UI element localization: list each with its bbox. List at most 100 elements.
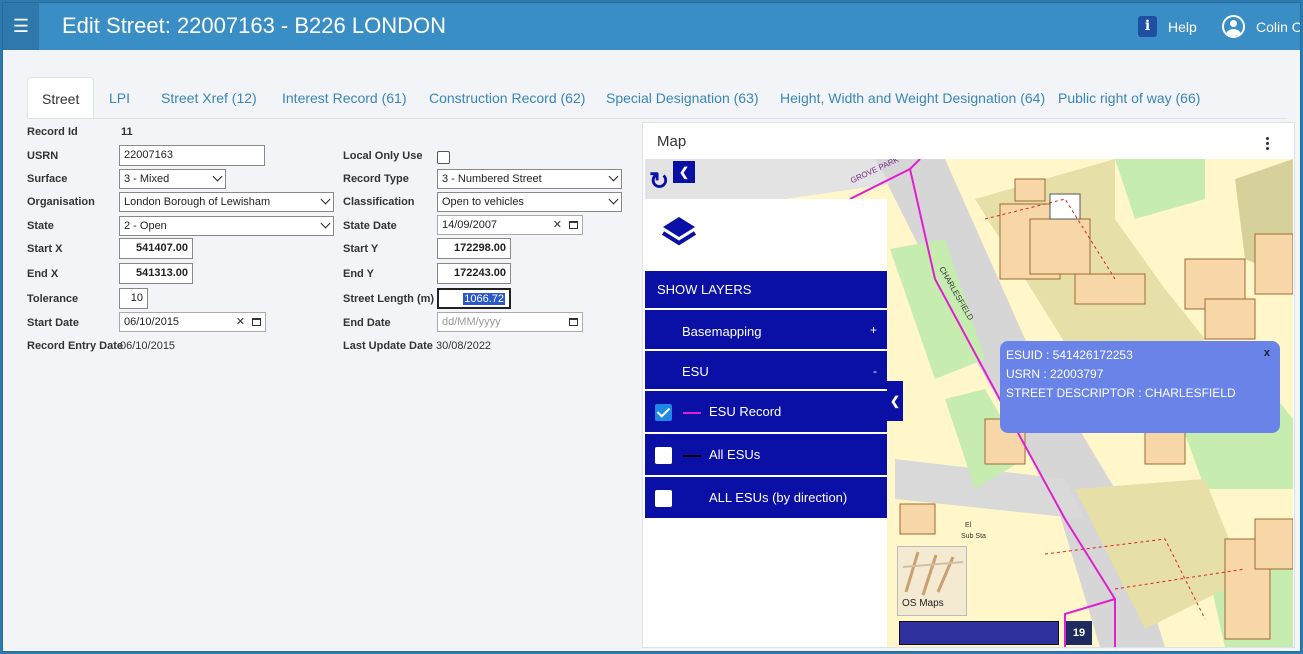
start-x-input[interactable]: 541407.00 <box>119 238 193 259</box>
map-canvas[interactable]: GROVE PARK CHARLESFIELD El Sub Sta ESUID… <box>645 159 1293 647</box>
user-name[interactable]: Colin Or <box>1256 19 1300 35</box>
classification-select[interactable]: Open to vehicles <box>437 192 622 212</box>
surface-value: 3 - Mixed <box>124 173 170 185</box>
basemap-label: OS Maps <box>902 598 944 609</box>
calendar-icon[interactable] <box>252 318 261 326</box>
scale-bar <box>899 621 1059 645</box>
layer-item-label: ESU Record <box>709 404 782 419</box>
help-link[interactable]: Help <box>1168 19 1197 35</box>
end-date-input[interactable]: dd/MM/yyyy <box>437 312 583 332</box>
layer-item-label: ALL ESUs (by direction) <box>709 490 848 505</box>
layers-icon[interactable] <box>659 213 699 253</box>
tab-special-designation[interactable]: Special Designation (63) <box>592 77 773 119</box>
tolerance-label: Tolerance <box>27 293 79 305</box>
tab-height-width-weight[interactable]: Height, Width and Weight Designation (64… <box>766 77 1059 119</box>
state-date-label: State Date <box>343 220 397 232</box>
tolerance-input[interactable]: 10 <box>119 288 148 309</box>
tab-interest-record[interactable]: Interest Record (61) <box>268 77 421 119</box>
layers-panel: SHOW LAYERS Basemapping + ESU - ESU Reco… <box>645 199 887 647</box>
clear-icon[interactable]: ✕ <box>236 313 245 331</box>
organisation-value: London Borough of Lewisham <box>124 196 271 208</box>
refresh-icon[interactable]: ↻ <box>649 167 669 196</box>
record-type-select[interactable]: 3 - Numbered Street <box>437 169 622 189</box>
calendar-icon[interactable] <box>569 221 578 229</box>
state-date-input[interactable]: 14/09/2007 ✕ <box>437 215 583 235</box>
layer-item-esu-record[interactable]: ESU Record <box>645 391 887 432</box>
user-avatar-icon[interactable] <box>1222 15 1245 38</box>
classification-label: Classification <box>343 196 415 208</box>
popup-usrn: USRN : 22003797 <box>1006 367 1104 381</box>
end-y-input[interactable]: 172243.00 <box>437 263 511 284</box>
panel-collapse-icon[interactable]: ❮ <box>887 381 903 421</box>
last-update-date-label: Last Update Date <box>343 340 433 352</box>
menu-icon[interactable]: ☰ <box>3 3 39 50</box>
start-x-label: Start X <box>27 243 63 255</box>
layer-item-label: All ESUs <box>709 447 761 462</box>
layer-group-basemapping[interactable]: Basemapping + <box>645 310 887 349</box>
layer-group-esu[interactable]: ESU - <box>645 351 887 389</box>
layer-checkbox-all-esus-direction[interactable] <box>655 490 672 507</box>
classification-value: Open to vehicles <box>442 196 524 208</box>
tab-street[interactable]: Street <box>27 77 95 119</box>
show-layers-button[interactable]: SHOW LAYERS <box>645 271 887 308</box>
map-title: Map <box>657 133 687 150</box>
layer-item-all-esus[interactable]: All ESUs <box>645 434 887 475</box>
start-y-input[interactable]: 172298.00 <box>437 238 511 259</box>
start-date-value: 06/10/2015 <box>124 316 180 328</box>
local-only-use-checkbox[interactable] <box>437 151 450 164</box>
street-length-label: Street Length (m) <box>343 293 435 305</box>
record-type-label: Record Type <box>343 173 409 185</box>
chevron-left-icon[interactable]: ❮ <box>673 161 695 183</box>
popup-esuid: ESUID : 541426172253 <box>1006 348 1133 362</box>
record-id-label: Record Id <box>27 126 78 138</box>
tab-public-right-of-way[interactable]: Public right of way (66) <box>1044 77 1214 119</box>
record-type-value: 3 - Numbered Street <box>442 173 542 185</box>
basemap-thumb-image <box>898 547 966 597</box>
state-value: 2 - Open <box>124 220 167 232</box>
surface-label: Surface <box>27 173 68 185</box>
info-icon[interactable]: i <box>1138 16 1157 37</box>
tab-divider <box>27 118 1287 119</box>
state-select[interactable]: 2 - Open <box>119 216 334 236</box>
usrn-label: USRN <box>27 150 59 162</box>
zoom-level-badge: 19 <box>1066 621 1092 645</box>
layer-checkbox-all-esus[interactable] <box>655 447 672 464</box>
usrn-input[interactable]: 22007163 <box>119 145 265 166</box>
basemap-thumbnail[interactable]: OS Maps <box>897 546 967 616</box>
end-x-input[interactable]: 541313.00 <box>119 263 193 284</box>
start-date-label: Start Date <box>27 317 79 329</box>
end-y-label: End Y <box>343 268 374 280</box>
layer-item-all-esus-direction[interactable]: ALL ESUs (by direction) <box>645 477 887 518</box>
map-header: Map <box>643 123 1294 159</box>
black-line-icon <box>683 455 701 457</box>
popup-close-button[interactable]: x <box>1264 347 1270 359</box>
end-x-label: End X <box>27 268 59 280</box>
map-panel: Map GROVE PARK CHARLESFIELD El Sub Sta E… <box>642 122 1295 648</box>
end-date-placeholder: dd/MM/yyyy <box>442 316 501 328</box>
street-length-input[interactable]: 1066.72 <box>437 288 511 309</box>
chevron-down-icon <box>320 218 331 229</box>
show-layers-label: SHOW LAYERS <box>657 282 752 297</box>
chevron-down-icon <box>608 171 619 182</box>
collapse-icon[interactable]: - <box>873 364 877 378</box>
state-label: State <box>27 220 54 232</box>
surface-select[interactable]: 3 - Mixed <box>119 169 226 189</box>
page-title: Edit Street: 22007163 - B226 LONDON <box>62 13 446 38</box>
tab-construction-record[interactable]: Construction Record (62) <box>415 77 599 119</box>
calendar-icon[interactable] <box>569 318 578 326</box>
record-entry-date-label: Record Entry Date <box>27 340 123 352</box>
more-options-icon[interactable] <box>1266 137 1270 151</box>
clear-icon[interactable]: ✕ <box>553 216 562 234</box>
tab-lpi[interactable]: LPI <box>95 77 144 119</box>
chevron-down-icon <box>608 194 619 205</box>
top-bar: ☰ Edit Street: 22007163 - B226 LONDON i … <box>3 3 1300 50</box>
record-entry-date-value: 06/10/2015 <box>120 340 176 352</box>
last-update-date-value: 30/08/2022 <box>436 340 492 352</box>
tab-street-xref[interactable]: Street Xref (12) <box>147 77 271 119</box>
organisation-select[interactable]: London Borough of Lewisham <box>119 192 334 212</box>
expand-icon[interactable]: + <box>870 323 877 337</box>
start-date-input[interactable]: 06/10/2015 ✕ <box>119 312 266 332</box>
map-label-el: El <box>965 522 972 529</box>
layer-group-label: ESU <box>682 364 709 379</box>
layer-checkbox-esu-record[interactable] <box>655 404 672 421</box>
